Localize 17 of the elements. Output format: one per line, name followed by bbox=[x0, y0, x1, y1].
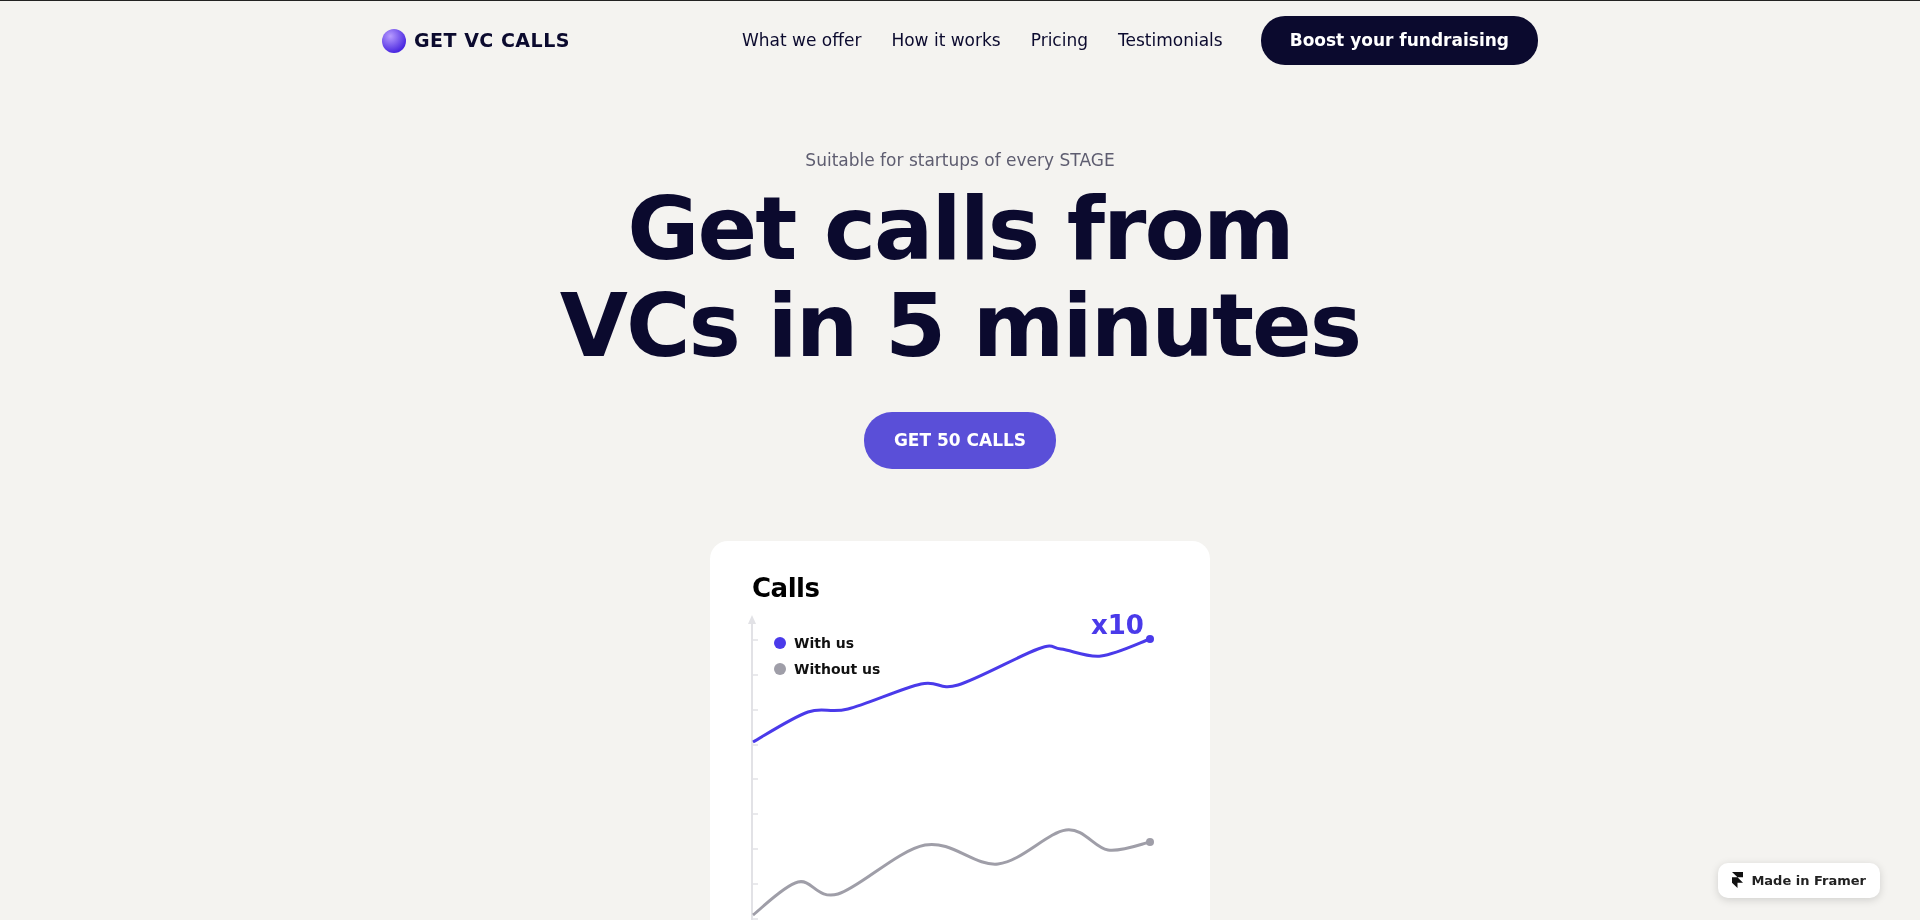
legend-label: Without us bbox=[794, 659, 881, 679]
framer-logo-icon bbox=[1732, 872, 1744, 889]
logo-sphere-icon bbox=[382, 28, 406, 53]
chart-title: Calls bbox=[752, 573, 821, 605]
nav-link[interactable]: Testimonials bbox=[1118, 27, 1223, 54]
headline: Get calls from VCs in 5 minutes bbox=[558, 179, 1362, 374]
nav-link[interactable]: How it works bbox=[891, 27, 1001, 54]
made-in-framer-badge[interactable]: Made in Framer bbox=[1718, 862, 1880, 898]
boost-fundraising-button[interactable]: Boost your fundraising bbox=[1260, 15, 1538, 66]
legend-label: With us bbox=[794, 633, 855, 653]
growth-annotation: x10 bbox=[1091, 609, 1144, 643]
nav-link[interactable]: Pricing bbox=[1030, 27, 1088, 54]
nav-link[interactable]: What we offer bbox=[742, 27, 862, 54]
tagline: Suitable for startups of every STAGE bbox=[804, 149, 1116, 172]
get-calls-button[interactable]: GET 50 CALLS bbox=[863, 411, 1057, 469]
logo-text[interactable]: GET VC CALLS bbox=[414, 26, 570, 55]
badge-label: Made in Framer bbox=[1751, 871, 1866, 890]
